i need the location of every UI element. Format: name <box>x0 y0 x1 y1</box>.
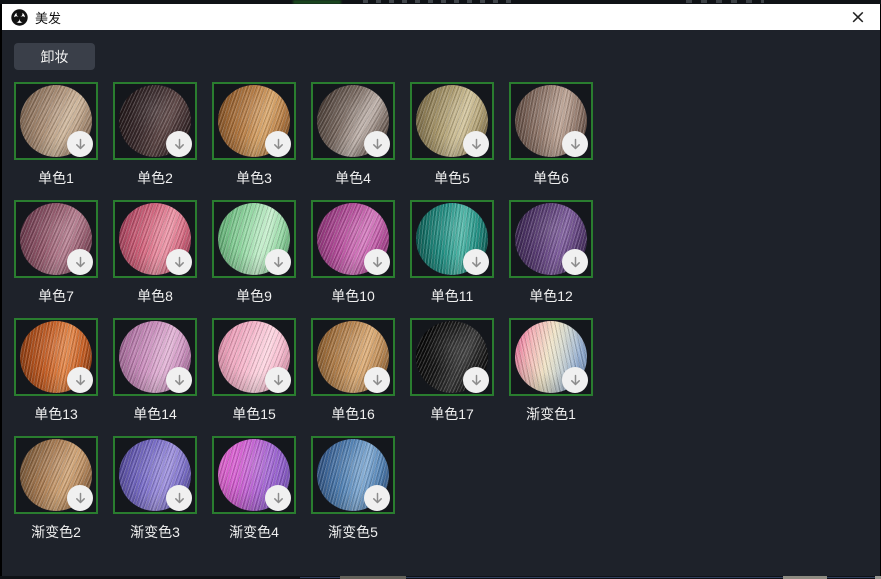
hair-color-item[interactable]: 单色3 <box>212 82 296 188</box>
download-icon[interactable] <box>562 249 588 275</box>
download-icon[interactable] <box>166 485 192 511</box>
hair-color-item[interactable]: 单色7 <box>14 200 98 306</box>
hair-color-item[interactable]: 渐变色3 <box>113 436 197 542</box>
hair-color-item[interactable]: 单色1 <box>14 82 98 188</box>
hair-swatch-tile[interactable] <box>14 82 98 160</box>
hair-color-label: 单色14 <box>113 404 197 424</box>
close-icon[interactable]: × <box>844 5 872 29</box>
download-icon[interactable] <box>463 367 489 393</box>
hair-color-label: 单色8 <box>113 286 197 306</box>
hair-swatch-tile[interactable] <box>311 82 395 160</box>
hair-swatch-tile[interactable] <box>113 200 197 278</box>
hair-color-item[interactable]: 单色16 <box>311 318 395 424</box>
hair-color-label: 单色9 <box>212 286 296 306</box>
hair-color-item[interactable]: 单色17 <box>410 318 494 424</box>
hair-color-label: 单色6 <box>509 168 593 188</box>
hair-color-label: 单色4 <box>311 168 395 188</box>
hair-color-label: 单色5 <box>410 168 494 188</box>
hair-swatch-tile[interactable] <box>311 200 395 278</box>
download-icon[interactable] <box>67 485 93 511</box>
hair-color-label: 单色13 <box>14 404 98 424</box>
hair-color-item[interactable]: 渐变色4 <box>212 436 296 542</box>
dialog-content: 卸妆 单色1 单色2 <box>2 30 880 576</box>
hair-color-item[interactable]: 单色2 <box>113 82 197 188</box>
download-icon[interactable] <box>265 367 291 393</box>
download-icon[interactable] <box>562 367 588 393</box>
background-smudge <box>363 0 513 3</box>
download-icon[interactable] <box>166 249 192 275</box>
hair-swatch-tile[interactable] <box>212 318 296 396</box>
hair-color-label: 单色1 <box>14 168 98 188</box>
hair-color-item[interactable]: 单色14 <box>113 318 197 424</box>
obs-logo-icon <box>11 9 28 26</box>
hair-swatch-tile[interactable] <box>212 436 296 514</box>
hair-color-item[interactable]: 单色9 <box>212 200 296 306</box>
hair-color-label: 渐变色3 <box>113 522 197 542</box>
hair-swatch-tile[interactable] <box>509 200 593 278</box>
hair-color-label: 单色15 <box>212 404 296 424</box>
hair-color-label: 单色16 <box>311 404 395 424</box>
hair-color-label: 单色11 <box>410 286 494 306</box>
hair-beauty-dialog: 美发 × 卸妆 单色1 单色2 <box>0 4 881 576</box>
hair-swatch-tile[interactable] <box>410 318 494 396</box>
hair-swatch-tile[interactable] <box>212 200 296 278</box>
download-icon[interactable] <box>265 131 291 157</box>
hair-swatch-tile[interactable] <box>14 436 98 514</box>
hair-color-label: 渐变色1 <box>509 404 593 424</box>
hair-swatch-tile[interactable] <box>212 82 296 160</box>
download-icon[interactable] <box>364 485 390 511</box>
hair-color-grid: 单色1 单色2 单色3 <box>14 82 868 542</box>
hair-color-item[interactable]: 单色12 <box>509 200 593 306</box>
background-smudge <box>686 0 764 3</box>
hair-color-label: 单色10 <box>311 286 395 306</box>
hair-swatch-tile[interactable] <box>509 82 593 160</box>
download-icon[interactable] <box>265 485 291 511</box>
download-icon[interactable] <box>166 367 192 393</box>
hair-swatch-tile[interactable] <box>311 318 395 396</box>
hair-swatch-tile[interactable] <box>113 318 197 396</box>
hair-color-label: 渐变色5 <box>311 522 395 542</box>
download-icon[interactable] <box>265 249 291 275</box>
remove-makeup-button[interactable]: 卸妆 <box>14 43 95 70</box>
hair-color-item[interactable]: 单色10 <box>311 200 395 306</box>
hair-color-item[interactable]: 渐变色2 <box>14 436 98 542</box>
hair-swatch-tile[interactable] <box>14 318 98 396</box>
hair-color-item[interactable]: 单色6 <box>509 82 593 188</box>
download-icon[interactable] <box>67 131 93 157</box>
download-icon[interactable] <box>364 131 390 157</box>
hair-swatch-tile[interactable] <box>113 436 197 514</box>
download-icon[interactable] <box>463 131 489 157</box>
download-icon[interactable] <box>364 249 390 275</box>
hair-color-item[interactable]: 单色11 <box>410 200 494 306</box>
hair-color-item[interactable]: 单色15 <box>212 318 296 424</box>
hair-swatch-tile[interactable] <box>509 318 593 396</box>
download-icon[interactable] <box>67 249 93 275</box>
download-icon[interactable] <box>166 131 192 157</box>
hair-color-label: 单色17 <box>410 404 494 424</box>
dialog-title: 美发 <box>35 8 61 27</box>
hair-color-label: 渐变色4 <box>212 522 296 542</box>
download-icon[interactable] <box>463 249 489 275</box>
hair-swatch-tile[interactable] <box>410 200 494 278</box>
hair-swatch-tile[interactable] <box>410 82 494 160</box>
hair-swatch-tile[interactable] <box>14 200 98 278</box>
hair-color-label: 单色12 <box>509 286 593 306</box>
download-icon[interactable] <box>562 131 588 157</box>
hair-color-label: 单色3 <box>212 168 296 188</box>
hair-color-item[interactable]: 渐变色5 <box>311 436 395 542</box>
hair-color-item[interactable]: 单色13 <box>14 318 98 424</box>
hair-color-label: 单色7 <box>14 286 98 306</box>
hair-swatch-tile[interactable] <box>113 82 197 160</box>
hair-color-label: 渐变色2 <box>14 522 98 542</box>
dialog-titlebar: 美发 × <box>2 4 880 30</box>
hair-color-item[interactable]: 单色4 <box>311 82 395 188</box>
hair-color-label: 单色2 <box>113 168 197 188</box>
hair-swatch-tile[interactable] <box>311 436 395 514</box>
hair-color-item[interactable]: 单色5 <box>410 82 494 188</box>
download-icon[interactable] <box>67 367 93 393</box>
hair-color-item[interactable]: 渐变色1 <box>509 318 593 424</box>
hair-color-item[interactable]: 单色8 <box>113 200 197 306</box>
download-icon[interactable] <box>364 367 390 393</box>
